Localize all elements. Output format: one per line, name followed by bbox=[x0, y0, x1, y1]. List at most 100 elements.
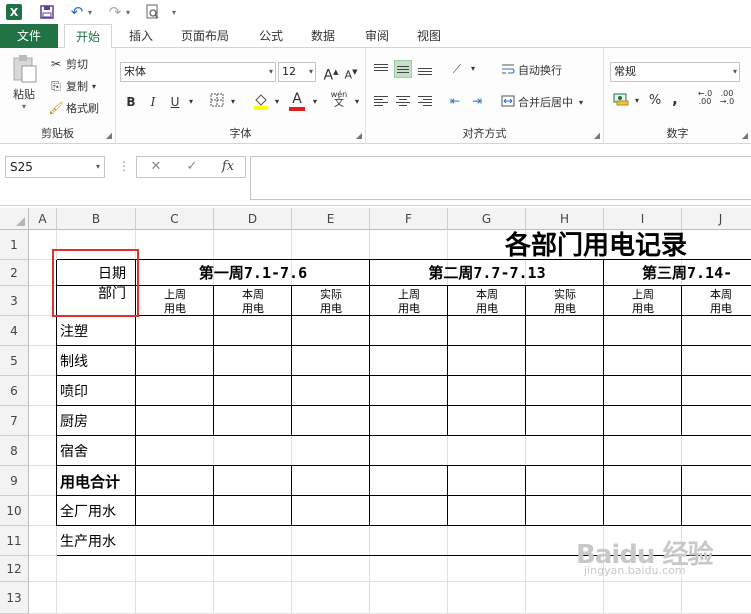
italic-button[interactable]: I bbox=[144, 93, 162, 111]
table-border bbox=[525, 466, 526, 526]
formula-buttons: ✕ ✓ fx bbox=[136, 156, 246, 178]
formula-input[interactable] bbox=[250, 156, 751, 200]
row-header-5[interactable]: 5 bbox=[0, 346, 29, 376]
orientation-dropdown-icon[interactable]: ▾ bbox=[464, 60, 482, 78]
row-header-2[interactable]: 2 bbox=[0, 260, 29, 286]
phonetic-guide-icon[interactable]: wén 文 bbox=[330, 90, 348, 109]
copy-button[interactable]: ⎘ 复制 ▾ bbox=[48, 78, 96, 94]
column-header-c[interactable]: C bbox=[136, 208, 214, 230]
tab-view[interactable]: 视图 bbox=[408, 24, 450, 48]
column-header-j[interactable]: J bbox=[682, 208, 751, 230]
merge-center-button[interactable]: 合并后居中 ▾ bbox=[500, 94, 583, 110]
align-right-icon[interactable] bbox=[416, 92, 434, 110]
grow-font-button[interactable]: A▲ bbox=[322, 63, 340, 84]
column-header-e[interactable]: E bbox=[292, 208, 370, 230]
table-border bbox=[57, 405, 751, 406]
column-header-d[interactable]: D bbox=[214, 208, 292, 230]
font-launcher-icon[interactable]: ◢ bbox=[356, 131, 362, 140]
column-header-g[interactable]: G bbox=[448, 208, 526, 230]
undo-dropdown-icon[interactable]: ▾ bbox=[88, 2, 92, 22]
watermark-url: jingyan.baidu.com bbox=[584, 564, 686, 577]
row-header-6[interactable]: 6 bbox=[0, 376, 29, 406]
alignment-launcher-icon[interactable]: ◢ bbox=[594, 131, 600, 140]
row-header-8[interactable]: 8 bbox=[0, 436, 29, 466]
sub-header-line: 本周 bbox=[710, 288, 732, 301]
enter-icon[interactable]: ✓ bbox=[177, 157, 207, 177]
middle-align-icon[interactable] bbox=[394, 60, 412, 78]
sub-header-line: 本周 bbox=[476, 288, 498, 301]
row-header-4[interactable]: 4 bbox=[0, 316, 29, 346]
cancel-icon[interactable]: ✕ bbox=[141, 157, 171, 177]
copy-icon: ⎘ bbox=[51, 79, 61, 93]
week-header: 第三周7.14- bbox=[642, 264, 733, 282]
increase-decimal-icon[interactable]: ←.0.00 bbox=[696, 90, 714, 108]
row-header-13[interactable]: 13 bbox=[0, 582, 29, 614]
customize-qat-icon[interactable]: ▾ bbox=[172, 2, 176, 22]
row-header-9[interactable]: 9 bbox=[0, 466, 29, 496]
number-launcher-icon[interactable]: ◢ bbox=[742, 131, 748, 140]
sub-header-line: 本周 bbox=[242, 288, 264, 301]
clipboard-launcher-icon[interactable]: ◢ bbox=[106, 131, 112, 140]
tab-file[interactable]: 文件 bbox=[0, 24, 58, 48]
table-border bbox=[291, 466, 292, 526]
sub-header-line: 实际 bbox=[320, 288, 342, 301]
row-header-3[interactable]: 3 bbox=[0, 286, 29, 316]
column-header-a[interactable]: A bbox=[29, 208, 57, 230]
column-header-b[interactable]: B bbox=[57, 208, 136, 230]
shrink-font-button[interactable]: A▼ bbox=[342, 63, 360, 82]
decrease-decimal-icon[interactable]: .00 →.0 bbox=[718, 90, 736, 108]
tab-page-layout[interactable]: 页面布局 bbox=[172, 24, 238, 48]
increase-indent-icon[interactable]: ⇥ bbox=[468, 92, 486, 110]
redo-icon[interactable]: ↷ bbox=[106, 2, 124, 22]
row-header-1[interactable]: 1 bbox=[0, 230, 29, 260]
wrap-text-button[interactable]: 自动换行 bbox=[500, 62, 562, 78]
underline-dropdown-icon[interactable]: ▾ bbox=[182, 93, 200, 111]
font-color-dropdown-icon[interactable]: ▾ bbox=[306, 93, 324, 111]
number-format-combo[interactable]: 常规 ▾ bbox=[610, 62, 740, 82]
accounting-dropdown-icon[interactable]: ▾ bbox=[628, 92, 646, 110]
column-header-h[interactable]: H bbox=[526, 208, 604, 230]
row-header-7[interactable]: 7 bbox=[0, 406, 29, 436]
row-header-10[interactable]: 10 bbox=[0, 496, 29, 526]
tab-insert[interactable]: 插入 bbox=[120, 24, 162, 48]
worksheet: ABCDEFGHIJ 1 2 3 4 5 6 7 8 9 10 11 12 13 各部门用电记录 日期 部门… bbox=[0, 206, 751, 614]
name-box[interactable]: S25 ▾ bbox=[5, 156, 105, 178]
sub-header-line: 上周 bbox=[164, 288, 186, 301]
tab-data[interactable]: 数据 bbox=[302, 24, 344, 48]
select-all-button[interactable] bbox=[0, 208, 29, 230]
align-center-icon[interactable] bbox=[394, 92, 412, 110]
row-header-12[interactable]: 12 bbox=[0, 556, 29, 582]
sheet-title: 各部门用电记录 bbox=[505, 231, 688, 261]
save-icon[interactable] bbox=[38, 2, 56, 22]
sub-header: 本周 用电 bbox=[214, 287, 292, 317]
top-align-icon[interactable] bbox=[372, 60, 390, 78]
ribbon: 粘贴 ▾ ✂ 剪切 ⎘ 复制 ▾ 🖌 格式刷 剪贴板 ◢ 宋体 ▾ 12 ▾ A▲ … bbox=[0, 48, 751, 144]
format-painter-button[interactable]: 🖌 格式刷 bbox=[48, 100, 99, 116]
tab-formulas[interactable]: 公式 bbox=[250, 24, 292, 48]
tab-review[interactable]: 审阅 bbox=[356, 24, 398, 48]
percent-style-button[interactable]: % bbox=[646, 92, 664, 110]
undo-icon[interactable]: ↶ bbox=[68, 2, 86, 22]
tab-home[interactable]: 开始 bbox=[64, 24, 112, 49]
row-header-11[interactable]: 11 bbox=[0, 526, 29, 556]
font-name-combo[interactable]: 宋体 ▾ bbox=[120, 62, 276, 82]
font-color-icon[interactable]: A bbox=[288, 90, 306, 111]
comma-style-button[interactable]: , bbox=[666, 90, 684, 108]
font-size-combo[interactable]: 12 ▾ bbox=[278, 62, 316, 82]
sub-header-line: 上周 bbox=[398, 288, 420, 301]
decrease-indent-icon[interactable]: ⇤ bbox=[446, 92, 464, 110]
redo-dropdown-icon[interactable]: ▾ bbox=[126, 2, 130, 22]
paste-button[interactable]: 粘贴 ▾ bbox=[8, 54, 40, 112]
cut-button[interactable]: ✂ 剪切 bbox=[48, 56, 88, 72]
insert-function-icon[interactable]: fx bbox=[213, 157, 243, 177]
formula-bar-splitter-icon[interactable]: ⋮ bbox=[118, 159, 130, 173]
column-header-i[interactable]: I bbox=[604, 208, 682, 230]
bold-button[interactable]: B bbox=[122, 93, 140, 111]
borders-dropdown-icon[interactable]: ▾ bbox=[224, 93, 242, 111]
print-preview-icon[interactable] bbox=[144, 2, 162, 22]
align-left-icon[interactable] bbox=[372, 92, 390, 110]
bottom-align-icon[interactable] bbox=[416, 60, 434, 78]
fill-color-dropdown-icon[interactable]: ▾ bbox=[268, 93, 286, 111]
phonetic-dropdown-icon[interactable]: ▾ bbox=[348, 93, 366, 111]
column-header-f[interactable]: F bbox=[370, 208, 448, 230]
